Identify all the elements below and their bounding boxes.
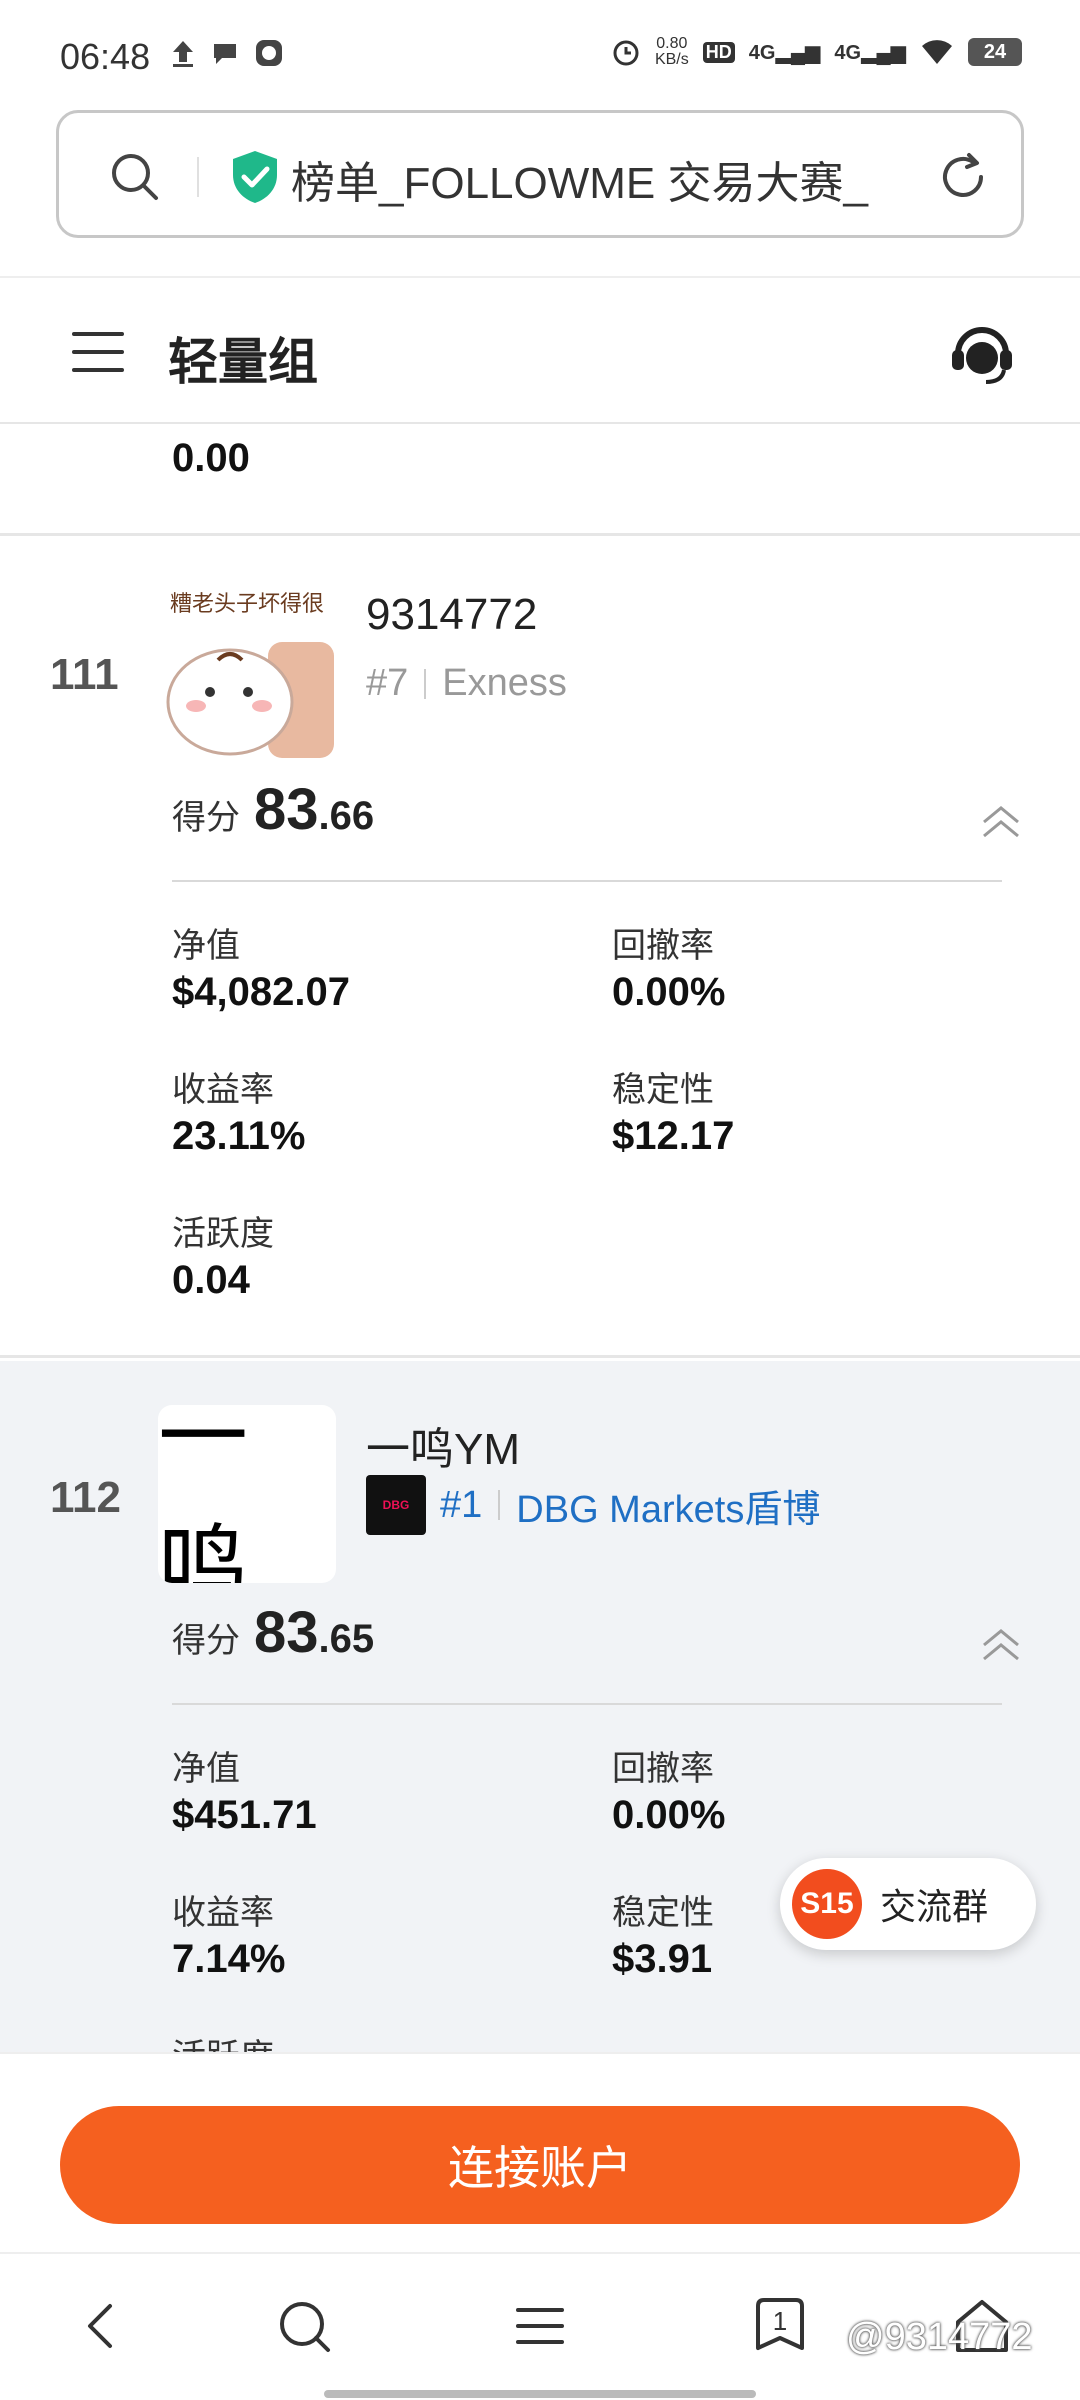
account-meta: #7 Exness <box>366 662 567 705</box>
activity-label: 活跃度 <box>172 1215 274 1253</box>
stability-label: 稳定性 <box>612 1894 714 1932</box>
activity-value: 0.04 <box>172 1258 250 1302</box>
message-icon <box>214 44 236 64</box>
rank-number: 112 <box>50 1473 121 1522</box>
menu-icon[interactable] <box>508 2294 572 2358</box>
return-value: 7.14% <box>172 1937 286 1981</box>
return-value: 23.11% <box>172 1114 306 1158</box>
equity-value: $4,082.07 <box>172 970 350 1014</box>
back-icon[interactable] <box>70 2294 134 2358</box>
search-icon[interactable] <box>107 149 163 205</box>
drawdown-label: 回撤率 <box>612 927 714 965</box>
stability-label: 稳定性 <box>612 1071 714 1109</box>
username[interactable]: 一鸣YM <box>366 1413 520 1477</box>
url-title[interactable]: 榜单_FOLLOWME 交易大赛_ <box>291 147 931 211</box>
watermark: @9314772 <box>846 2316 1033 2358</box>
equity-label: 净值 <box>172 1750 240 1788</box>
net-speed-unit: KB/s <box>654 51 689 68</box>
status-notification-icons <box>170 38 284 68</box>
status-bar: 06:48 0.80 KB/s HD 4G▂▄▆ 4G▂▄▆ 24 <box>0 0 1080 100</box>
chat-group-badge: S15 <box>792 1869 862 1939</box>
status-system-icons: 0.80 KB/s HD 4G▂▄▆ 4G▂▄▆ 24 <box>611 36 1022 68</box>
customer-service-icon[interactable] <box>946 318 1018 390</box>
avatar-caption: 糟老头子坏得很 <box>169 591 324 616</box>
home-indicator[interactable] <box>324 2390 756 2398</box>
broker-name[interactable]: DBG Markets盾博 <box>516 1478 820 1533</box>
equity-label: 净值 <box>172 927 240 965</box>
list-item[interactable]: 0.00 <box>0 426 1080 536</box>
avatar[interactable]: 糟老头子坏得很 <box>158 582 336 760</box>
activity-label: 活跃度 <box>172 2029 274 2052</box>
return-label: 收益率 <box>172 1071 274 1109</box>
score-divider <box>172 1703 1002 1705</box>
stability-value: $12.17 <box>612 1114 735 1158</box>
search-icon[interactable] <box>272 2294 336 2358</box>
activity-value: 0.00 <box>172 436 250 480</box>
score-integer: 83 <box>254 1600 319 1665</box>
menu-icon[interactable] <box>70 324 126 380</box>
score-row: 得分 83 .66 <box>172 776 374 843</box>
wifi-icon <box>922 40 952 64</box>
net-speed: 0.80 KB/s <box>655 36 689 68</box>
return-label: 收益率 <box>172 1894 274 1932</box>
score-decimal: .66 <box>318 794 375 838</box>
url-divider <box>197 157 199 197</box>
net-speed-value: 0.80 <box>656 35 688 52</box>
stability-value: $3.91 <box>612 1937 713 1981</box>
score-decimal: .65 <box>318 1617 375 1661</box>
account-rank: #1 <box>440 1483 483 1526</box>
signal-4g-icon: 4G▂▄▆ <box>748 41 821 64</box>
equity-value: $451.71 <box>172 1793 317 1837</box>
battery-icon: 24 <box>968 38 1022 66</box>
connect-account-button[interactable]: 连接账户 <box>60 2106 1020 2224</box>
drawdown-value: 0.00% <box>612 970 726 1014</box>
ranking-list: 0.00 111 糟老头子坏得很 9314772 #7 Exness 得分 83 <box>0 426 1080 2052</box>
app-notification-icon <box>256 40 282 66</box>
tabs-button[interactable]: 1 <box>748 2294 812 2358</box>
status-time: 06:48 <box>60 36 151 77</box>
tabs-count: 1 <box>772 2306 788 2336</box>
avatar-text: 一鸣 <box>158 1405 248 1583</box>
signal-2-label: 4G <box>834 41 862 64</box>
drawdown-value: 0.00% <box>612 1793 726 1837</box>
score-label: 得分 <box>172 799 240 837</box>
broker-logo: DBG <box>366 1475 426 1535</box>
upload-icon <box>173 41 193 67</box>
chevron-up-double-icon[interactable] <box>978 1623 1024 1669</box>
chevron-up-double-icon[interactable] <box>978 800 1024 846</box>
signal-1-label: 4G <box>748 41 776 64</box>
meta-separator <box>498 1490 501 1520</box>
page-title: 轻量组 <box>168 334 318 390</box>
bottom-action-bar: 连接账户 <box>0 2052 1080 2252</box>
score-divider <box>172 880 1002 882</box>
list-item[interactable]: 111 糟老头子坏得很 9314772 #7 Exness 得分 83 .66 <box>0 538 1080 1358</box>
score-integer: 83 <box>254 777 319 842</box>
avatar[interactable]: 一鸣 <box>158 1405 336 1583</box>
chat-group-label: 交流群 <box>880 1886 989 1927</box>
url-bar[interactable]: 榜单_FOLLOWME 交易大赛_ <box>56 110 1024 238</box>
broker-name[interactable]: Exness <box>442 662 567 705</box>
score-row: 得分 83 .65 <box>172 1599 374 1666</box>
account-rank: #7 <box>366 662 409 704</box>
page-header: 轻量组 <box>0 276 1080 424</box>
rank-number: 111 <box>50 650 119 699</box>
meta-separator <box>424 668 427 699</box>
chat-group-button[interactable]: S15 交流群 <box>780 1858 1036 1950</box>
secure-shield-icon <box>233 151 277 203</box>
alarm-icon <box>613 40 639 66</box>
score-label: 得分 <box>172 1622 240 1660</box>
signal-4g-icon-2: 4G▂▄▆ <box>834 41 906 64</box>
drawdown-label: 回撤率 <box>612 1750 714 1788</box>
hd-badge: HD <box>702 41 735 63</box>
account-meta: DBG #1 DBG Markets盾博 <box>366 1475 820 1535</box>
username[interactable]: 9314772 <box>366 590 537 640</box>
reload-icon[interactable] <box>933 147 993 207</box>
